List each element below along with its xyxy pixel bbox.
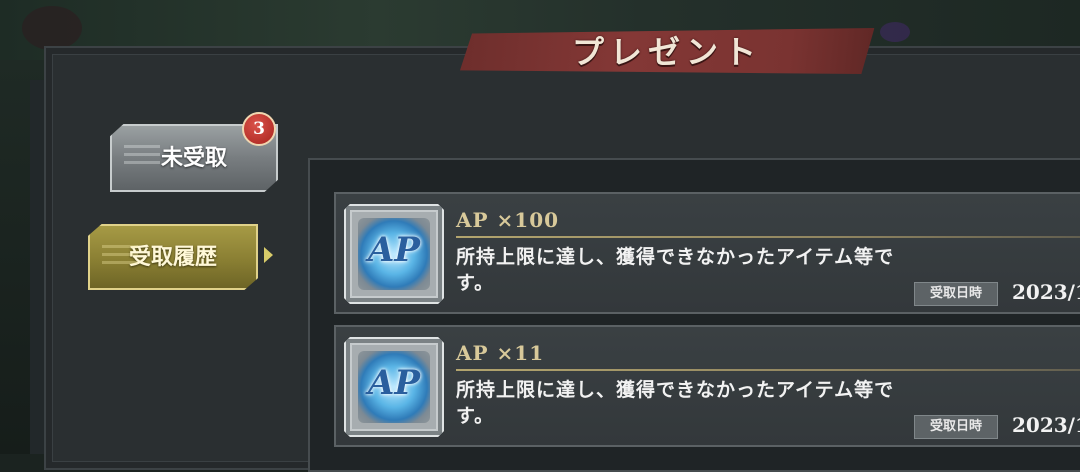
item-icon-frame: AP (344, 204, 444, 304)
list-item[interactable]: AP AP ×11 所持上限に達し、獲得できなかったアイテム等です。 受取日時 … (334, 325, 1080, 447)
tab-decoration (102, 240, 138, 274)
background-decoration (880, 22, 910, 42)
tab-history[interactable]: 受取履歴 (88, 224, 258, 290)
tab-history-label: 受取履歴 (128, 244, 217, 270)
item-name: AP ×11 (456, 341, 545, 365)
received-date-value: 2023/1 (1012, 280, 1080, 304)
received-date-label: 受取日時 (914, 415, 998, 439)
tab-decoration (124, 140, 160, 174)
background-decoration (22, 6, 82, 50)
item-description: 所持上限に達し、獲得できなかったアイテム等です。 (456, 246, 895, 294)
ap-icon: AP (358, 218, 430, 290)
page-title: プレゼント (571, 33, 762, 71)
received-date-label: 受取日時 (914, 282, 998, 306)
ap-icon: AP (358, 351, 430, 423)
received-date-value: 2023/1 (1012, 413, 1080, 437)
tab-unreceived-label: 未受取 (160, 145, 227, 171)
item-description: 所持上限に達し、獲得できなかったアイテム等です。 (456, 379, 895, 427)
item-name: AP ×100 (456, 208, 560, 232)
selected-arrow-icon (264, 247, 273, 263)
item-icon-frame: AP (344, 337, 444, 437)
unreceived-count-badge: 3 (242, 112, 276, 146)
divider (456, 369, 1080, 371)
list-item[interactable]: AP AP ×100 所持上限に達し、獲得できなかったアイテム等です。 受取日時… (334, 192, 1080, 314)
divider (456, 236, 1080, 238)
panel-edge (30, 80, 45, 454)
